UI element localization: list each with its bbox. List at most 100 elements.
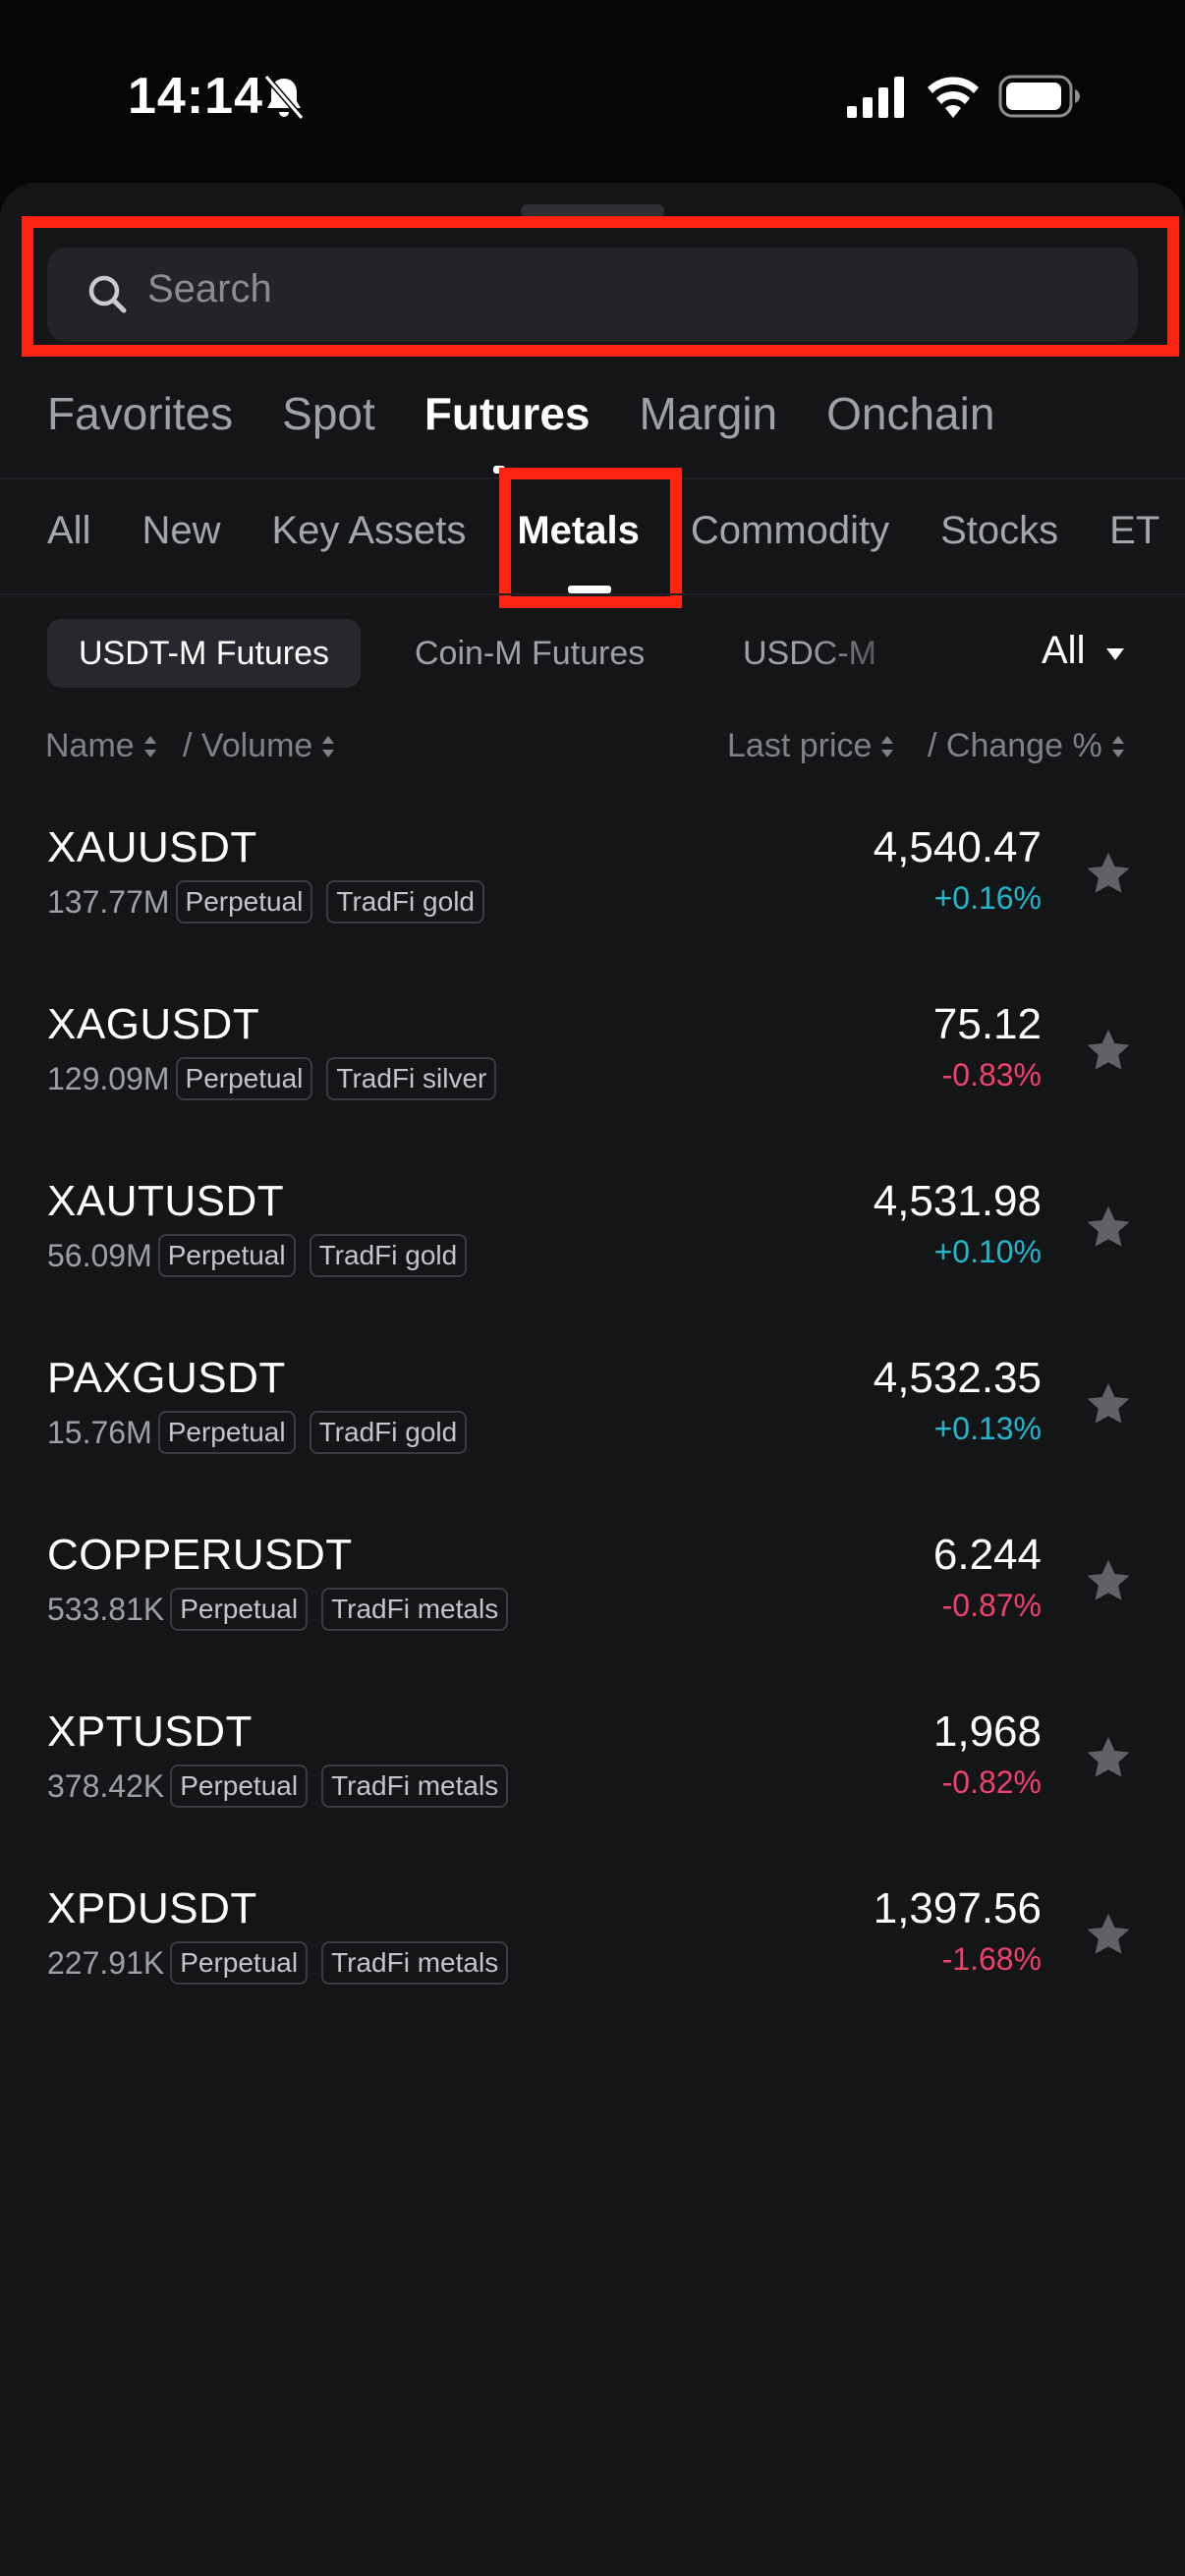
divider xyxy=(0,477,1185,479)
tab-onchain[interactable]: Onchain xyxy=(826,387,994,456)
star-icon[interactable] xyxy=(1085,1558,1132,1603)
column-volume-label: / Volume xyxy=(183,727,313,764)
sort-name-header[interactable]: Name xyxy=(45,727,158,765)
column-headers: Name / Volume Last price / Change % xyxy=(45,727,1136,772)
last-price: 4,540.47 xyxy=(873,823,1042,871)
tag-perpetual: Perpetual xyxy=(157,1234,296,1277)
market-row[interactable]: XPDUSDT 227.91K Perpetual TradFi metals … xyxy=(0,1867,1185,2044)
change-percent: -0.83% xyxy=(941,1057,1042,1092)
sort-volume-header[interactable]: / Volume xyxy=(183,727,336,765)
change-percent: +0.10% xyxy=(933,1234,1042,1269)
category-tabs: All New Key Assets Metals Commodity Stoc… xyxy=(47,509,1159,568)
tag-category: TradFi gold xyxy=(309,1411,468,1454)
symbol: XAUTUSDT xyxy=(47,1177,285,1225)
main-tab-indicator xyxy=(493,466,505,474)
change-percent: +0.13% xyxy=(933,1411,1042,1446)
volume: 533.81K xyxy=(47,1591,165,1627)
symbol: XPDUSDT xyxy=(47,1884,257,1932)
volume: 378.42K xyxy=(47,1767,165,1804)
chip-fade xyxy=(806,615,1002,692)
battery-icon xyxy=(998,75,1080,118)
last-price: 4,531.98 xyxy=(873,1177,1042,1225)
tag-category: TradFi gold xyxy=(309,1234,468,1277)
column-name-label: Name xyxy=(45,727,135,764)
change-percent: +0.16% xyxy=(933,880,1042,916)
cellular-signal-icon xyxy=(847,77,904,118)
market-row[interactable]: XAUUSDT 137.77M Perpetual TradFi gold 4,… xyxy=(0,806,1185,982)
tag-perpetual: Perpetual xyxy=(175,1057,313,1100)
tag-category: TradFi metals xyxy=(321,1588,509,1631)
category-tab-commodity[interactable]: Commodity xyxy=(691,509,889,568)
last-price: 4,532.35 xyxy=(873,1354,1042,1402)
sort-icon xyxy=(322,736,335,757)
sort-last-price-header[interactable]: Last price xyxy=(727,727,895,765)
change-percent: -0.82% xyxy=(941,1764,1042,1800)
status-time: 14:14 xyxy=(128,68,263,125)
sheet-grabber[interactable] xyxy=(521,204,664,218)
tag-category: TradFi metals xyxy=(321,1941,509,1985)
sort-icon xyxy=(143,736,156,757)
status-bar: 14:14 xyxy=(0,0,1185,177)
volume: 15.76M xyxy=(47,1414,152,1450)
category-tab-all[interactable]: All xyxy=(47,509,90,568)
tab-margin[interactable]: Margin xyxy=(640,387,778,456)
search-placeholder: Search xyxy=(147,267,272,310)
sort-change-header[interactable]: / Change % xyxy=(928,727,1126,765)
sort-icon xyxy=(1111,736,1124,757)
symbol: XPTUSDT xyxy=(47,1708,253,1756)
tab-futures[interactable]: Futures xyxy=(424,387,591,456)
category-tab-indicator xyxy=(568,586,611,593)
tag-perpetual: Perpetual xyxy=(170,1764,309,1808)
volume: 227.91K xyxy=(47,1944,165,1981)
divider xyxy=(0,593,1185,595)
market-row[interactable]: COPPERUSDT 533.81K Perpetual TradFi meta… xyxy=(0,1513,1185,1690)
volume: 56.09M xyxy=(47,1237,152,1273)
filter-dropdown[interactable]: All xyxy=(1042,629,1085,673)
tag-perpetual: Perpetual xyxy=(170,1941,309,1985)
chip-coin-m-futures[interactable]: Coin-M Futures xyxy=(383,619,676,688)
search-icon xyxy=(88,275,127,313)
star-icon[interactable] xyxy=(1085,1028,1132,1073)
star-icon[interactable] xyxy=(1085,1735,1132,1780)
column-change-label: / Change % xyxy=(928,727,1102,764)
change-percent: -0.87% xyxy=(941,1588,1042,1623)
column-last-price-label: Last price xyxy=(727,727,873,764)
star-icon[interactable] xyxy=(1085,851,1132,896)
star-icon[interactable] xyxy=(1085,1204,1132,1250)
last-price: 6.244 xyxy=(932,1531,1042,1579)
symbol: PAXGUSDT xyxy=(47,1354,286,1402)
last-price: 1,397.56 xyxy=(873,1884,1042,1932)
last-price: 1,968 xyxy=(932,1708,1042,1756)
category-tab-stocks[interactable]: Stocks xyxy=(940,509,1058,568)
star-icon[interactable] xyxy=(1085,1912,1132,1957)
market-row[interactable]: PAXGUSDT 15.76M Perpetual TradFi gold 4,… xyxy=(0,1336,1185,1513)
category-tab-metals[interactable]: Metals xyxy=(517,509,640,568)
market-row[interactable]: XAUTUSDT 56.09M Perpetual TradFi gold 4,… xyxy=(0,1159,1185,1336)
main-tabs: Favorites Spot Futures Margin Onchain xyxy=(47,387,994,456)
volume: 137.77M xyxy=(47,883,170,920)
tag-perpetual: Perpetual xyxy=(175,880,313,924)
chip-usdt-m-futures[interactable]: USDT-M Futures xyxy=(47,619,362,688)
tag-perpetual: Perpetual xyxy=(170,1588,309,1631)
last-price: 75.12 xyxy=(932,1000,1042,1048)
star-icon[interactable] xyxy=(1085,1381,1132,1427)
tag-category: TradFi silver xyxy=(326,1057,497,1100)
tab-spot[interactable]: Spot xyxy=(282,387,375,456)
tag-category: TradFi metals xyxy=(321,1764,509,1808)
tag-perpetual: Perpetual xyxy=(157,1411,296,1454)
category-tab-etf[interactable]: ET xyxy=(1109,509,1159,568)
category-tab-new[interactable]: New xyxy=(141,509,220,568)
category-tab-key-assets[interactable]: Key Assets xyxy=(271,509,466,568)
sort-icon xyxy=(881,736,894,757)
tab-favorites[interactable]: Favorites xyxy=(47,387,233,456)
caret-down-icon xyxy=(1106,648,1124,660)
symbol: XAUUSDT xyxy=(47,823,257,871)
wifi-icon xyxy=(928,77,979,118)
volume: 129.09M xyxy=(47,1060,170,1096)
bell-slash-icon xyxy=(263,75,305,120)
tag-category: TradFi gold xyxy=(326,880,484,924)
symbol: XAGUSDT xyxy=(47,1000,260,1048)
market-row[interactable]: XPTUSDT 378.42K Perpetual TradFi metals … xyxy=(0,1690,1185,1867)
market-row[interactable]: XAGUSDT 129.09M Perpetual TradFi silver … xyxy=(0,982,1185,1159)
symbol: COPPERUSDT xyxy=(47,1531,353,1579)
